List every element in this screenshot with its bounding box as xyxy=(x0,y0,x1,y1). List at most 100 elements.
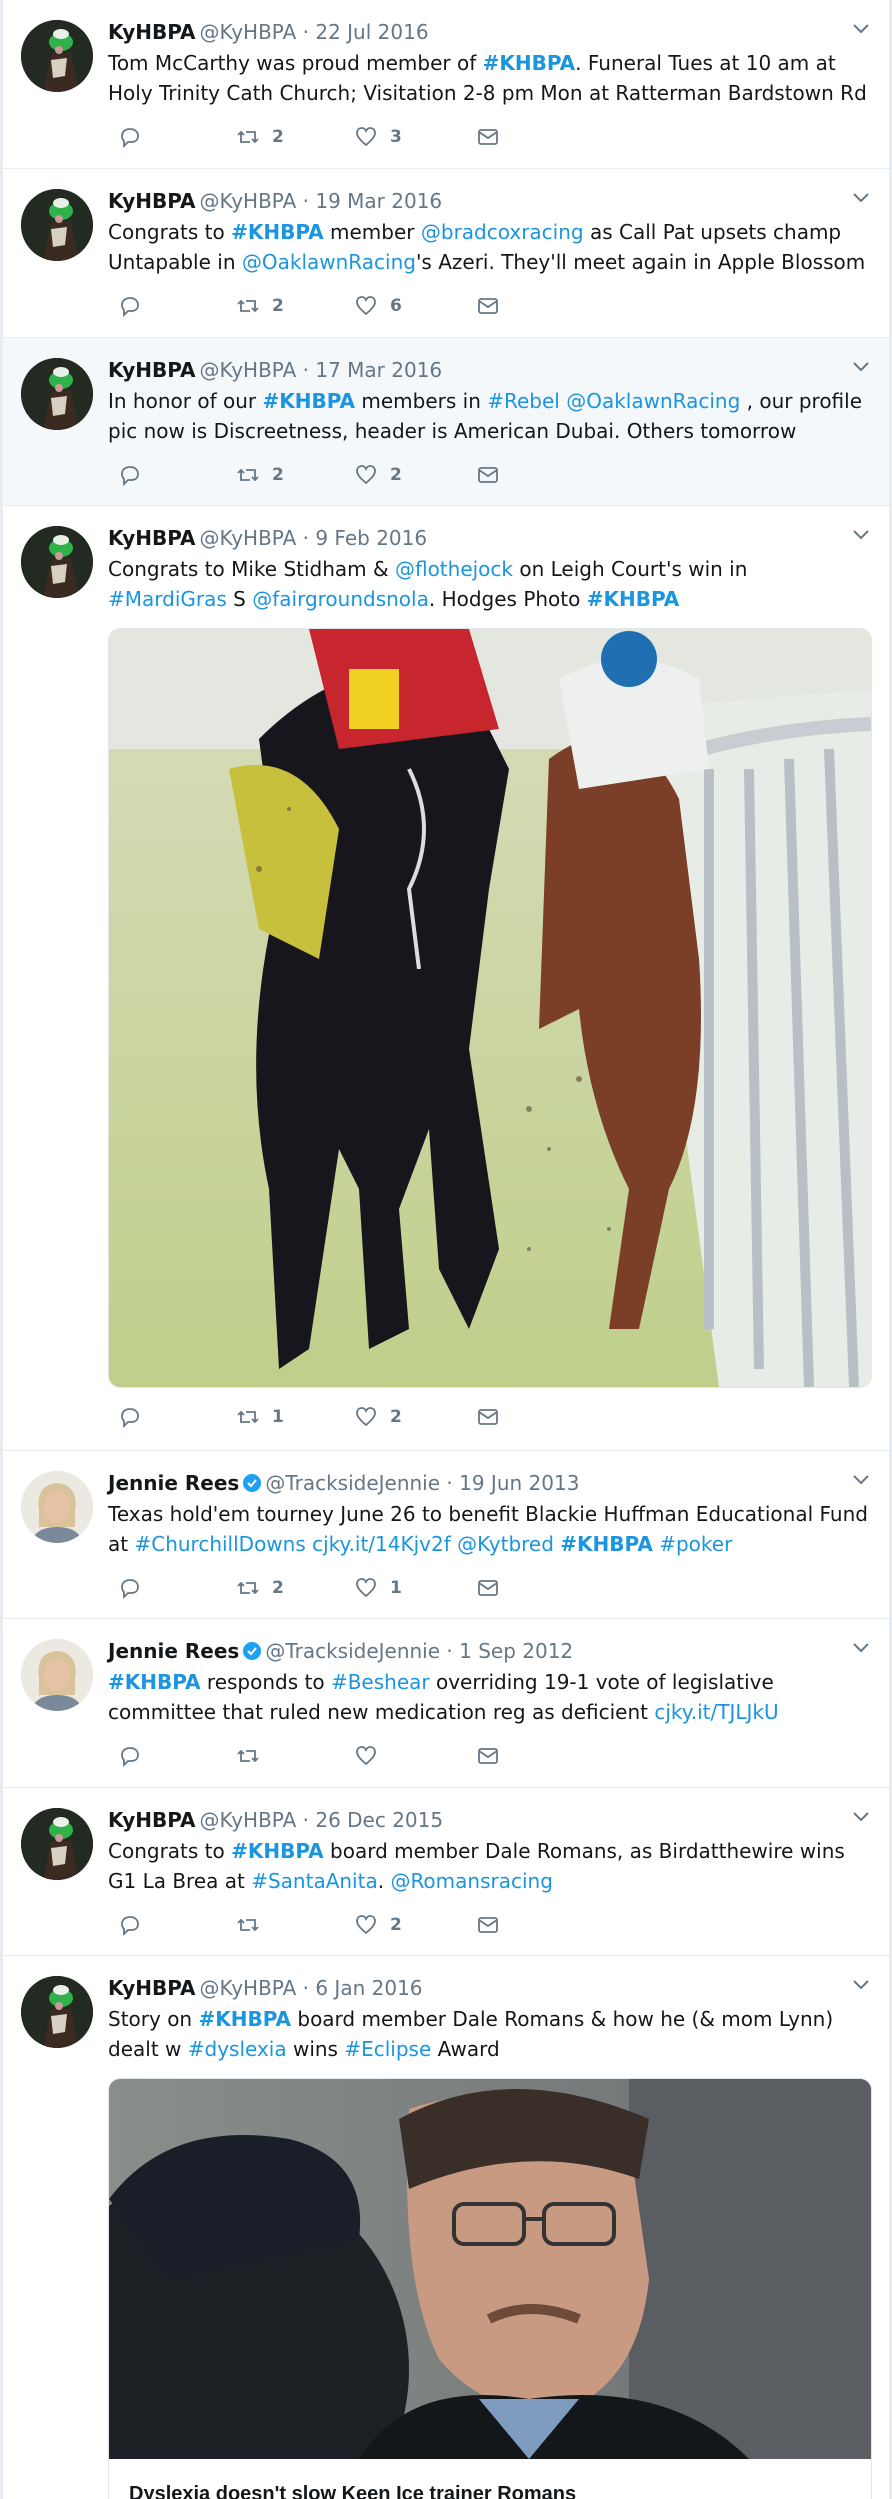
avatar[interactable] xyxy=(21,526,93,598)
tweet[interactable]: KyHBPA @KyHBPA · 6 Jan 2016 Story on #KHB… xyxy=(3,1956,889,2499)
avatar[interactable] xyxy=(21,1808,93,1880)
author-name[interactable]: Jennie Rees xyxy=(108,1471,239,1495)
like-button[interactable]: 2 xyxy=(354,1402,402,1432)
chevron-down-icon[interactable] xyxy=(853,1643,869,1653)
reply-button[interactable] xyxy=(118,1910,142,1940)
url-link[interactable]: cjky.it/TJLJkU xyxy=(654,1700,778,1724)
retweet-button[interactable]: 2 xyxy=(236,291,284,321)
avatar[interactable] xyxy=(21,1471,93,1543)
hashtag-link[interactable]: #KHBPA xyxy=(262,389,355,413)
tweet-date[interactable]: 1 Sep 2012 xyxy=(459,1639,573,1663)
mention-link[interactable]: @fairgroundsnola xyxy=(252,587,429,611)
card-title[interactable]: Dyslexia doesn't slow Keen Ice trainer R… xyxy=(109,2463,871,2499)
retweet-button[interactable]: 2 xyxy=(236,1573,284,1603)
avatar[interactable] xyxy=(21,358,93,430)
link-card[interactable]: Dyslexia doesn't slow Keen Ice trainer R… xyxy=(108,2078,872,2499)
hashtag-link[interactable]: #Beshear xyxy=(331,1670,430,1694)
author-name[interactable]: KyHBPA xyxy=(108,1976,196,2000)
avatar[interactable] xyxy=(21,189,93,261)
retweet-button[interactable]: 2 xyxy=(236,460,284,490)
author-name[interactable]: KyHBPA xyxy=(108,189,196,213)
chevron-down-icon[interactable] xyxy=(853,193,869,203)
mention-link[interactable]: @bradcoxracing xyxy=(421,220,584,244)
direct-message-button[interactable] xyxy=(476,1741,500,1771)
hashtag-link[interactable]: #KHBPA xyxy=(108,1670,201,1694)
retweet-button[interactable]: 2 xyxy=(236,122,284,152)
tweet[interactable]: KyHBPA @KyHBPA · 17 Mar 2016 In honor of … xyxy=(3,338,889,506)
reply-button[interactable] xyxy=(118,1573,142,1603)
tweet-date[interactable]: 17 Mar 2016 xyxy=(315,358,442,382)
mention-link[interactable]: @Romansracing xyxy=(390,1869,552,1893)
hashtag-link[interactable]: #ChurchillDowns xyxy=(134,1532,305,1556)
hashtag-link[interactable]: #MardiGras xyxy=(108,587,227,611)
hashtag-link[interactable]: #dyslexia xyxy=(188,2037,287,2061)
retweet-button[interactable]: 1 xyxy=(236,1402,284,1432)
hashtag-link[interactable]: #KHBPA xyxy=(198,2007,291,2031)
chevron-down-icon[interactable] xyxy=(853,1475,869,1485)
author-handle[interactable]: @KyHBPA xyxy=(200,1976,297,2000)
direct-message-button[interactable] xyxy=(476,122,500,152)
like-button[interactable]: 2 xyxy=(354,460,402,490)
hashtag-link[interactable]: #KHBPA xyxy=(231,220,324,244)
tweet-date[interactable]: 9 Feb 2016 xyxy=(315,526,427,550)
hashtag-link[interactable]: #KHBPA xyxy=(483,51,576,75)
author-name[interactable]: Jennie Rees xyxy=(108,1639,239,1663)
tweet-date[interactable]: 6 Jan 2016 xyxy=(315,1976,422,2000)
tweet[interactable]: KyHBPA @KyHBPA · 22 Jul 2016 Tom McCarthy… xyxy=(3,0,889,169)
author-name[interactable]: KyHBPA xyxy=(108,526,196,550)
chevron-down-icon[interactable] xyxy=(853,1980,869,1990)
reply-button[interactable] xyxy=(118,1402,142,1432)
tweet[interactable]: KyHBPA @KyHBPA · 9 Feb 2016 Congrats to M… xyxy=(3,506,889,1451)
tweet-date[interactable]: 19 Mar 2016 xyxy=(315,189,442,213)
mention-link[interactable]: @OaklawnRacing xyxy=(242,250,416,274)
avatar[interactable] xyxy=(21,1639,93,1711)
author-handle[interactable]: @KyHBPA xyxy=(200,20,297,44)
direct-message-button[interactable] xyxy=(476,1573,500,1603)
direct-message-button[interactable] xyxy=(476,460,500,490)
author-name[interactable]: KyHBPA xyxy=(108,1808,196,1832)
like-button[interactable]: 3 xyxy=(354,122,402,152)
hashtag-link[interactable]: #poker xyxy=(659,1532,732,1556)
author-name[interactable]: KyHBPA xyxy=(108,358,196,382)
tweet[interactable]: KyHBPA @KyHBPA · 19 Mar 2016 Congrats to … xyxy=(3,169,889,338)
mention-link[interactable]: @Kytbred xyxy=(457,1532,554,1556)
author-handle[interactable]: @KyHBPA xyxy=(200,358,297,382)
like-button[interactable]: 2 xyxy=(354,1910,402,1940)
avatar[interactable] xyxy=(21,1976,93,2048)
like-button[interactable]: 1 xyxy=(354,1573,402,1603)
mention-link[interactable]: @flothejock xyxy=(395,557,513,581)
author-name[interactable]: KyHBPA xyxy=(108,20,196,44)
direct-message-button[interactable] xyxy=(476,1402,500,1432)
hashtag-link[interactable]: #Rebel xyxy=(487,389,560,413)
author-handle[interactable]: @KyHBPA xyxy=(200,189,297,213)
hashtag-link[interactable]: #KHBPA xyxy=(560,1532,653,1556)
chevron-down-icon[interactable] xyxy=(853,362,869,372)
author-handle[interactable]: @TracksideJennie xyxy=(265,1639,440,1663)
hashtag-link[interactable]: #KHBPA xyxy=(587,587,680,611)
tweet-date[interactable]: 19 Jun 2013 xyxy=(459,1471,579,1495)
author-handle[interactable]: @KyHBPA xyxy=(200,526,297,550)
reply-button[interactable] xyxy=(118,122,142,152)
like-button[interactable] xyxy=(354,1741,378,1771)
tweet-date[interactable]: 22 Jul 2016 xyxy=(315,20,428,44)
like-button[interactable]: 6 xyxy=(354,291,402,321)
hashtag-link[interactable]: #KHBPA xyxy=(231,1839,324,1863)
chevron-down-icon[interactable] xyxy=(853,24,869,34)
tweet[interactable]: KyHBPA @KyHBPA · 26 Dec 2015 Congrats to … xyxy=(3,1788,889,1956)
retweet-button[interactable] xyxy=(236,1910,260,1940)
mention-link[interactable]: @OaklawnRacing xyxy=(566,389,740,413)
tweet[interactable]: Jennie Rees @TracksideJennie · 1 Sep 2012… xyxy=(3,1619,889,1788)
reply-button[interactable] xyxy=(118,1741,142,1771)
tweet-date[interactable]: 26 Dec 2015 xyxy=(315,1808,443,1832)
direct-message-button[interactable] xyxy=(476,291,500,321)
hashtag-link[interactable]: #Eclipse xyxy=(344,2037,431,2061)
chevron-down-icon[interactable] xyxy=(853,530,869,540)
avatar[interactable] xyxy=(21,20,93,92)
direct-message-button[interactable] xyxy=(476,1910,500,1940)
author-handle[interactable]: @KyHBPA xyxy=(200,1808,297,1832)
retweet-button[interactable] xyxy=(236,1741,260,1771)
reply-button[interactable] xyxy=(118,460,142,490)
author-handle[interactable]: @TracksideJennie xyxy=(265,1471,440,1495)
url-link[interactable]: cjky.it/14Kjv2f xyxy=(312,1532,451,1556)
reply-button[interactable] xyxy=(118,291,142,321)
